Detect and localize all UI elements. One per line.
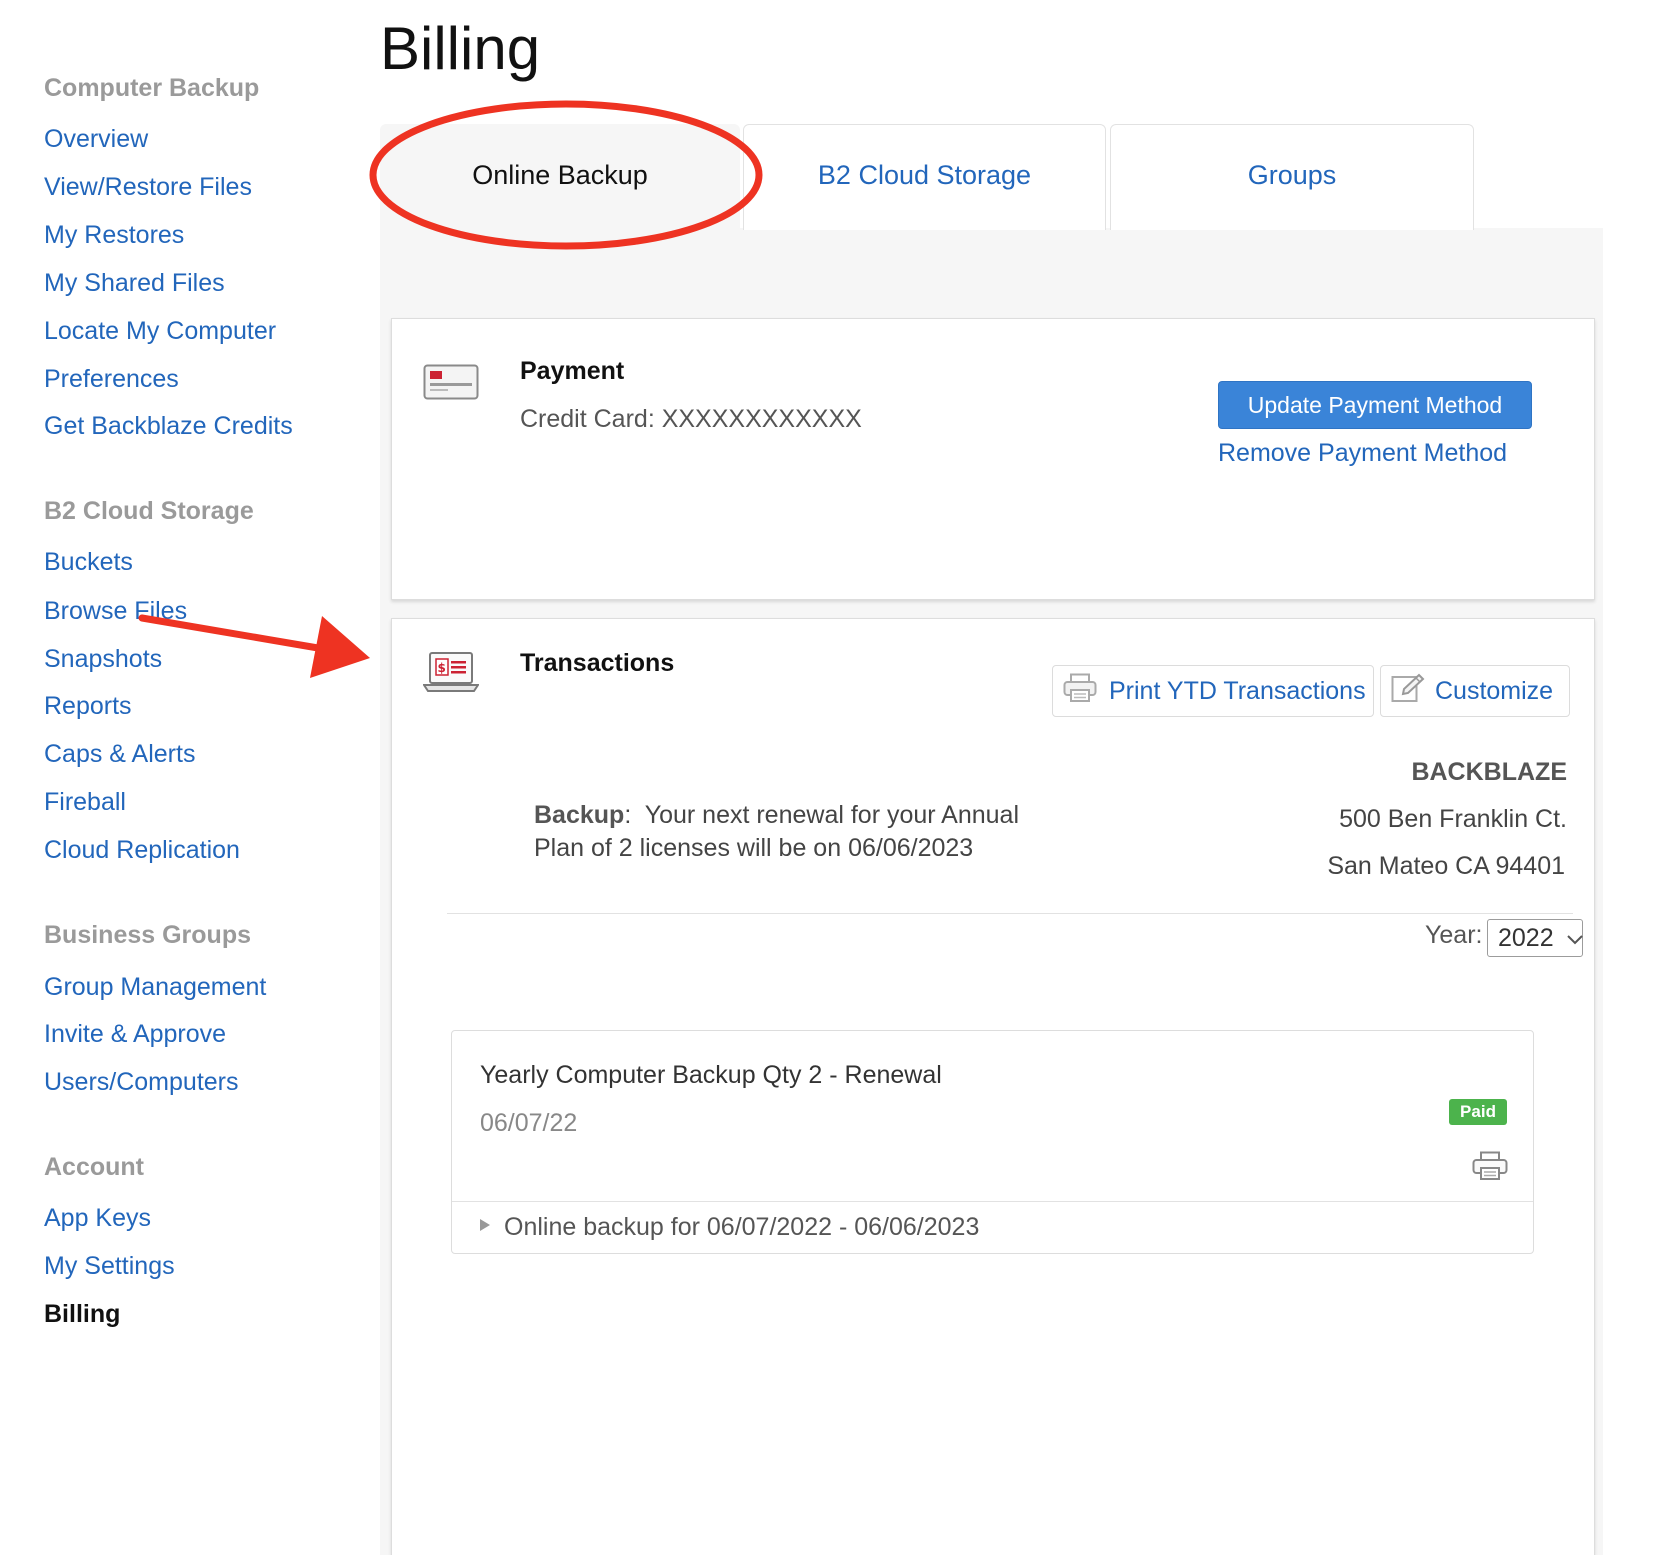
sidebar-item-users-computers[interactable]: Users/Computers xyxy=(44,1068,239,1097)
invoice-divider xyxy=(452,1201,1533,1202)
year-select-value: 2022 xyxy=(1498,923,1554,952)
year-select[interactable]: 2022 xyxy=(1487,919,1583,957)
remove-payment-method-link[interactable]: Remove Payment Method xyxy=(1218,439,1507,468)
tab-online-backup[interactable]: Online Backup xyxy=(380,124,740,230)
print-ytd-transactions-button[interactable]: Print YTD Transactions xyxy=(1052,665,1374,717)
sidebar-item-cloud-replication[interactable]: Cloud Replication xyxy=(44,836,240,865)
sidebar-heading-computer-backup: Computer Backup xyxy=(44,74,260,102)
invoice-laptop-icon: $ xyxy=(422,651,480,698)
renewal-notice-line2: Plan of 2 licenses will be on 06/06/2023 xyxy=(534,834,974,862)
payment-title: Payment xyxy=(520,357,625,385)
sidebar-item-my-settings[interactable]: My Settings xyxy=(44,1252,175,1281)
page-title: Billing xyxy=(380,15,541,82)
credit-card-label: Credit Card: XXXXXXXXXXXX xyxy=(520,405,862,433)
sidebar-item-browse-files[interactable]: Browse Files xyxy=(44,597,187,626)
tab-b2-cloud-storage[interactable]: B2 Cloud Storage xyxy=(743,124,1106,230)
printer-icon xyxy=(1063,673,1097,710)
invoice-detail-text: Online backup for 06/07/2022 - 06/06/202… xyxy=(504,1213,980,1241)
sidebar-item-fireball[interactable]: Fireball xyxy=(44,788,126,817)
edit-pencil-icon xyxy=(1391,673,1425,710)
sidebar-heading-business-groups: Business Groups xyxy=(44,921,251,949)
triangle-right-icon xyxy=(478,1217,492,1238)
sidebar-item-app-keys[interactable]: App Keys xyxy=(44,1204,151,1233)
invoice-title: Yearly Computer Backup Qty 2 - Renewal xyxy=(480,1061,942,1089)
invoice-item: Yearly Computer Backup Qty 2 - Renewal 0… xyxy=(451,1030,1534,1254)
sidebar-item-snapshots[interactable]: Snapshots xyxy=(44,645,162,674)
invoice-date: 06/07/22 xyxy=(480,1109,578,1137)
sidebar-heading-account: Account xyxy=(44,1153,144,1181)
sidebar-item-buckets[interactable]: Buckets xyxy=(44,548,133,577)
print-invoice-icon[interactable] xyxy=(1472,1151,1508,1186)
print-ytd-transactions-label: Print YTD Transactions xyxy=(1109,676,1366,705)
paid-status-badge: Paid xyxy=(1449,1099,1507,1125)
transactions-title: Transactions xyxy=(520,649,675,677)
tab-groups[interactable]: Groups xyxy=(1110,124,1474,230)
sidebar-item-overview[interactable]: Overview xyxy=(44,125,148,154)
sidebar-item-get-backblaze-credits[interactable]: Get Backblaze Credits xyxy=(44,412,293,441)
sidebar-item-caps-alerts[interactable]: Caps & Alerts xyxy=(44,740,195,769)
sidebar-item-reports[interactable]: Reports xyxy=(44,692,132,721)
sidebar-item-my-shared-files[interactable]: My Shared Files xyxy=(44,269,225,298)
invoice-detail-toggle[interactable]: Online backup for 06/07/2022 - 06/06/202… xyxy=(478,1213,979,1242)
renewal-notice-label: Backup xyxy=(534,801,625,829)
renewal-notice-line1: Your next renewal for your Annual xyxy=(644,801,1020,829)
company-address-line2: San Mateo CA 94401 xyxy=(1327,852,1565,880)
year-label: Year: xyxy=(1425,921,1483,949)
company-address-line1: 500 Ben Franklin Ct. xyxy=(1339,805,1567,833)
sidebar-item-preferences[interactable]: Preferences xyxy=(44,365,179,394)
customize-label: Customize xyxy=(1435,676,1554,705)
sidebar-item-my-restores[interactable]: My Restores xyxy=(44,221,184,250)
sidebar-item-invite-approve[interactable]: Invite & Approve xyxy=(44,1020,226,1049)
payment-card: Payment Credit Card: XXXXXXXXXXXX Update… xyxy=(391,318,1595,600)
sidebar-heading-b2-cloud-storage: B2 Cloud Storage xyxy=(44,497,254,525)
transactions-divider xyxy=(447,913,1573,914)
transactions-card: $ Transactions Print YTD Transactions Cu… xyxy=(391,618,1595,1555)
sidebar-item-locate-my-computer[interactable]: Locate My Computer xyxy=(44,317,276,346)
update-payment-method-button[interactable]: Update Payment Method xyxy=(1218,381,1532,429)
customize-button[interactable]: Customize xyxy=(1380,665,1570,717)
chevron-down-icon xyxy=(1566,924,1584,953)
company-name: BACKBLAZE xyxy=(1411,758,1567,786)
credit-card-icon xyxy=(423,364,479,405)
sidebar-item-group-management[interactable]: Group Management xyxy=(44,973,266,1002)
sidebar-item-billing[interactable]: Billing xyxy=(44,1300,120,1329)
sidebar-item-view-restore-files[interactable]: View/Restore Files xyxy=(44,173,252,202)
svg-text:$: $ xyxy=(438,661,446,675)
renewal-notice: Backup: Your next renewal for your Annua… xyxy=(534,801,1020,862)
